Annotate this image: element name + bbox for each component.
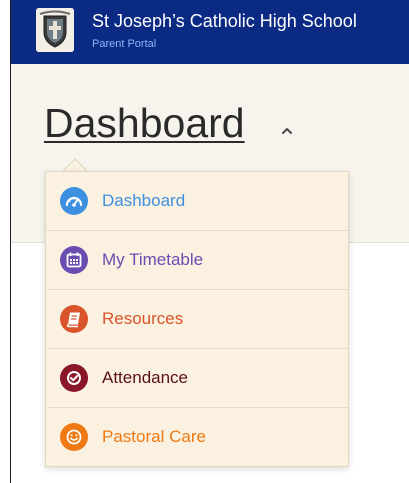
menu-item-attendance[interactable]: Attendance <box>47 349 349 408</box>
menu-item-label: Pastoral Care <box>102 427 206 446</box>
dropdown-pointer <box>60 158 90 173</box>
parent-portal-page: St Joseph’s Catholic High School Parent … <box>0 0 409 483</box>
menu-item-label: Dashboard <box>102 191 186 210</box>
check-circle-icon <box>60 364 88 392</box>
menu-item-label: My Timetable <box>102 250 204 269</box>
school-crest-icon[interactable] <box>36 8 74 52</box>
menu-item-label: Attendance <box>102 368 189 387</box>
smiley-icon <box>60 423 88 451</box>
calendar-icon <box>60 246 88 274</box>
page-title-dropdown-toggle[interactable]: Dashboard <box>44 100 245 147</box>
book-icon <box>60 305 88 333</box>
school-name: St Joseph’s Catholic High School <box>92 11 357 31</box>
menu-item-resources[interactable]: Resources <box>47 290 349 349</box>
chevron-up-icon[interactable] <box>281 123 293 134</box>
navigation-dropdown-menu: Dashboard My Timetable Resources Attenda… <box>45 171 349 467</box>
menu-item-label: Resources <box>102 309 184 328</box>
menu-item-pastoral-care[interactable]: Pastoral Care <box>47 408 349 467</box>
menu-item-my-timetable[interactable]: My Timetable <box>47 231 349 290</box>
speedometer-icon <box>60 187 88 215</box>
portal-name: Parent Portal <box>92 38 157 50</box>
menu-item-dashboard[interactable]: Dashboard <box>47 172 349 231</box>
